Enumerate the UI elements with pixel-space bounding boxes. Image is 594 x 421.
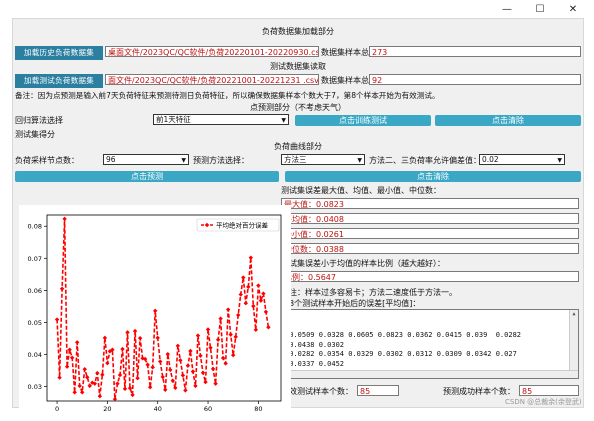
- scroll-up-icon[interactable]: ▲: [570, 310, 578, 318]
- main-window: 负荷数据集加载部分 加载历史负荷数据集 桌面文件/2023QC/QC软件/负荷2…: [12, 18, 584, 419]
- method-select[interactable]: 方法三 ▼: [281, 154, 365, 165]
- load-note: 备注：因为点预测是输入前7天负荷特征来预测待测日负荷特征，所以确保数据集样本个数…: [15, 91, 440, 100]
- sample-select[interactable]: 96 ▼: [103, 154, 189, 165]
- test-path-field[interactable]: 面文件/2023QC/QC软件/负荷20221001-20221231 .csv: [105, 74, 319, 85]
- point-pred-title: 点预测部分（不考虑天气）: [250, 103, 346, 112]
- valid-count-field[interactable]: 85: [357, 385, 399, 396]
- chevron-down-icon: ▼: [557, 157, 562, 164]
- x-tick-label: 40: [154, 405, 162, 413]
- load-history-button[interactable]: 加载历史负荷数据集: [15, 46, 103, 60]
- errors-title: 第8个测试样本开始后的误差[平均值]：: [281, 299, 421, 308]
- tolerance-label: 方法二、三负荷率允许偏差值：: [369, 156, 481, 165]
- chevron-down-icon: ▼: [181, 157, 186, 164]
- stat-mean-field[interactable]: 平均值：0.0408: [281, 213, 579, 224]
- chevron-down-icon: ▼: [357, 157, 362, 164]
- load-test-button[interactable]: 加载测试负荷数据集: [15, 74, 103, 88]
- x-tick-label: 0: [55, 405, 59, 413]
- watermark: CSDN @总裁余(余登武): [505, 398, 582, 406]
- stat-max-field[interactable]: 最大值：0.0823: [281, 198, 579, 209]
- chevron-down-icon: ▼: [281, 117, 286, 124]
- y-tick-label: 0.08: [28, 223, 42, 231]
- errors-hscrollbar[interactable]: [282, 370, 578, 378]
- stats-note: 备注：样本过多容易卡；方法二速度低于方法一。: [281, 288, 457, 297]
- maximize-button[interactable]: ☐: [529, 3, 551, 17]
- error-chart-svg: 0.03 0.04 0.05 0.06 0.07 0.08 0 20 40 60 80 平均绝对百分误…: [28, 214, 282, 413]
- curve-title: 负荷曲线部分: [274, 142, 322, 151]
- valid-count-label: 有效测试样本个数：: [281, 387, 353, 396]
- minimize-button[interactable]: —: [496, 3, 518, 17]
- algo-select[interactable]: 前1天特征 ▼: [153, 114, 289, 125]
- y-tick-label: 0.05: [28, 319, 42, 327]
- test-section-title: 测试数据集读取: [270, 62, 326, 71]
- ratio-field[interactable]: 比例：0.5647: [281, 271, 579, 282]
- y-tick-label: 0.04: [28, 351, 42, 359]
- score-label: 测试集得分: [15, 130, 55, 139]
- ratio-title: 测试集误差小于均值的样本比例（越大越好）：: [281, 259, 445, 268]
- sample-label: 负荷采样节点数：: [15, 156, 79, 165]
- x-tick-label: 20: [103, 405, 111, 413]
- history-path-field[interactable]: 桌面文件/2023QC/QC软件/负荷20220101-20220930.csv: [105, 46, 319, 57]
- error-chart: 0.03 0.04 0.05 0.06 0.07 0.08 0 20 40 60 80 平均绝对百分误…: [19, 205, 291, 419]
- close-button[interactable]: ✕: [562, 3, 584, 17]
- test-count-field[interactable]: 92: [369, 74, 581, 85]
- stat-median-field[interactable]: 中位数：0.0388: [281, 243, 579, 254]
- load-section-title: 负荷数据集加载部分: [262, 27, 334, 36]
- train-test-button[interactable]: 点击训练测试: [295, 115, 431, 126]
- stat-min-field[interactable]: 最小值：0.0261: [281, 228, 579, 239]
- history-count-field[interactable]: 273: [369, 46, 581, 57]
- success-count-field[interactable]: 85: [519, 385, 579, 396]
- method-label: 预测方法选择：: [193, 156, 249, 165]
- success-count-label: 预测成功样本个数：: [443, 387, 515, 396]
- tolerance-select[interactable]: 0.02 ▼: [479, 154, 565, 165]
- stats-title: 测试集误差最大值、均值、最小值、中位数：: [281, 186, 441, 195]
- errors-vscrollbar[interactable]: ▲ ▼: [569, 310, 578, 378]
- x-tick-label: 60: [204, 405, 212, 413]
- algo-label: 回归算法选择: [15, 116, 63, 125]
- y-tick-label: 0.07: [28, 255, 42, 263]
- point-clear-button[interactable]: 点击清除: [435, 115, 581, 126]
- y-tick-label: 0.06: [28, 287, 42, 295]
- plot-frame: [46, 214, 282, 402]
- predict-button[interactable]: 点击预测: [15, 171, 279, 182]
- x-tick-label: 80: [254, 405, 262, 413]
- y-tick-label: 0.03: [28, 383, 42, 391]
- errors-textbox[interactable]: [0.0509 0.0328 0.0605 0.0823 0.0362 0.04…: [281, 309, 579, 379]
- curve-clear-button[interactable]: 点击清除: [285, 171, 581, 182]
- legend-label: 平均绝对百分误差: [216, 221, 269, 230]
